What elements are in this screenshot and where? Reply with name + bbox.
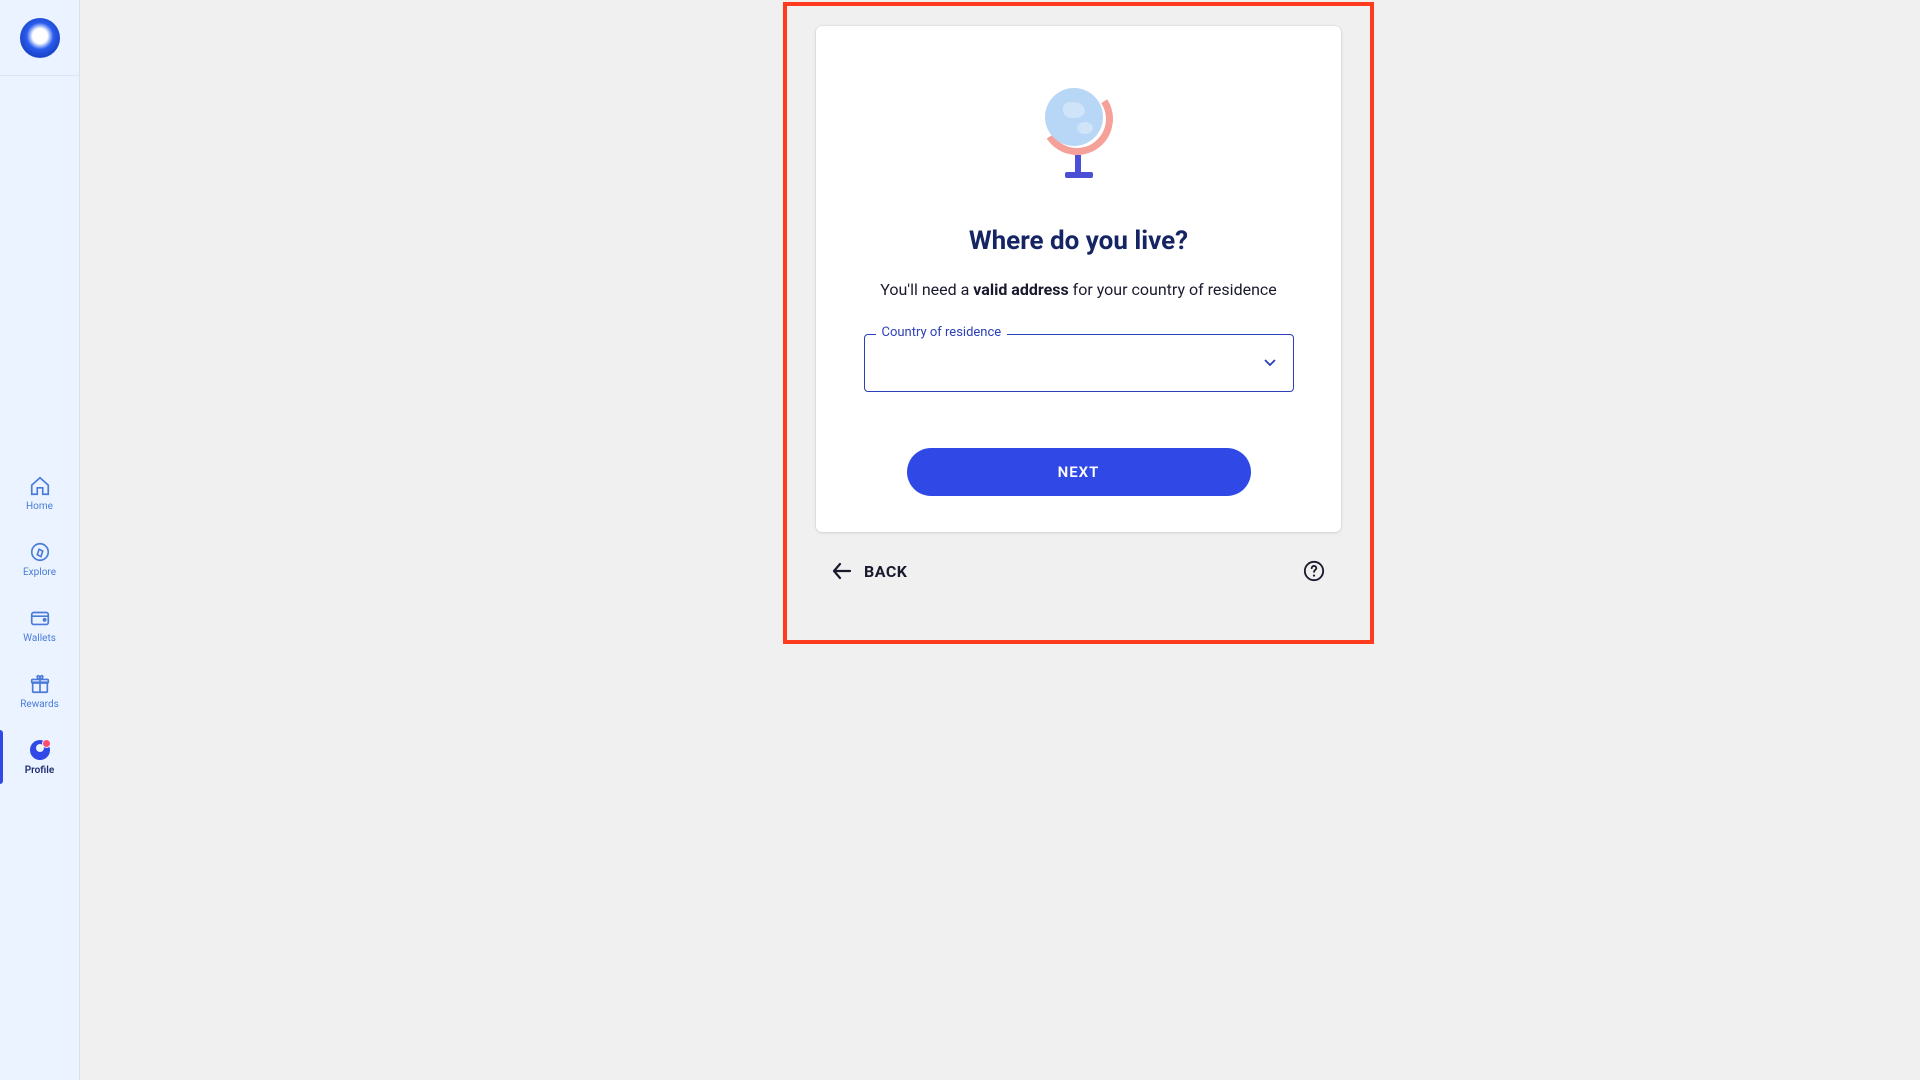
residence-card: Where do you live? You'll need a valid a…	[816, 26, 1341, 532]
next-button[interactable]: NEXT	[907, 448, 1251, 496]
country-select[interactable]	[864, 334, 1294, 392]
sidebar: Home Explore Wallets Rewards Profile	[0, 0, 80, 1080]
country-select-wrap: Country of residence	[864, 334, 1294, 392]
sidebar-item-label: Profile	[25, 765, 55, 776]
sidebar-item-label: Explore	[23, 567, 56, 578]
sidebar-item-label: Wallets	[23, 633, 56, 644]
gift-icon	[29, 673, 51, 695]
home-icon	[29, 475, 51, 497]
country-select-label: Country of residence	[876, 325, 1008, 340]
sidebar-item-home[interactable]: Home	[0, 460, 79, 526]
sidebar-item-label: Home	[26, 501, 53, 512]
wallet-icon	[29, 607, 51, 629]
explore-icon	[29, 541, 51, 563]
app-logo-icon[interactable]	[20, 18, 60, 58]
globe-icon	[1039, 86, 1119, 178]
profile-icon	[29, 739, 51, 761]
help-circle-icon	[1303, 560, 1325, 582]
sidebar-item-wallets[interactable]: Wallets	[0, 592, 79, 658]
sidebar-item-explore[interactable]: Explore	[0, 526, 79, 592]
back-button[interactable]: BACK	[832, 562, 907, 581]
card-footer: BACK	[816, 560, 1341, 582]
logo-area	[0, 0, 79, 76]
help-button[interactable]	[1303, 560, 1325, 582]
sidebar-item-label: Rewards	[20, 699, 59, 710]
card-title: Where do you live?	[969, 226, 1188, 256]
card-subtitle: You'll need a valid address for your cou…	[880, 278, 1277, 302]
sidebar-item-profile[interactable]: Profile	[0, 724, 79, 790]
back-button-label: BACK	[864, 562, 907, 581]
onboarding-step-highlight: Where do you live? You'll need a valid a…	[783, 2, 1374, 644]
main-content: Where do you live? You'll need a valid a…	[80, 0, 1920, 1080]
arrow-left-icon	[832, 562, 852, 580]
sidebar-item-rewards[interactable]: Rewards	[0, 658, 79, 724]
